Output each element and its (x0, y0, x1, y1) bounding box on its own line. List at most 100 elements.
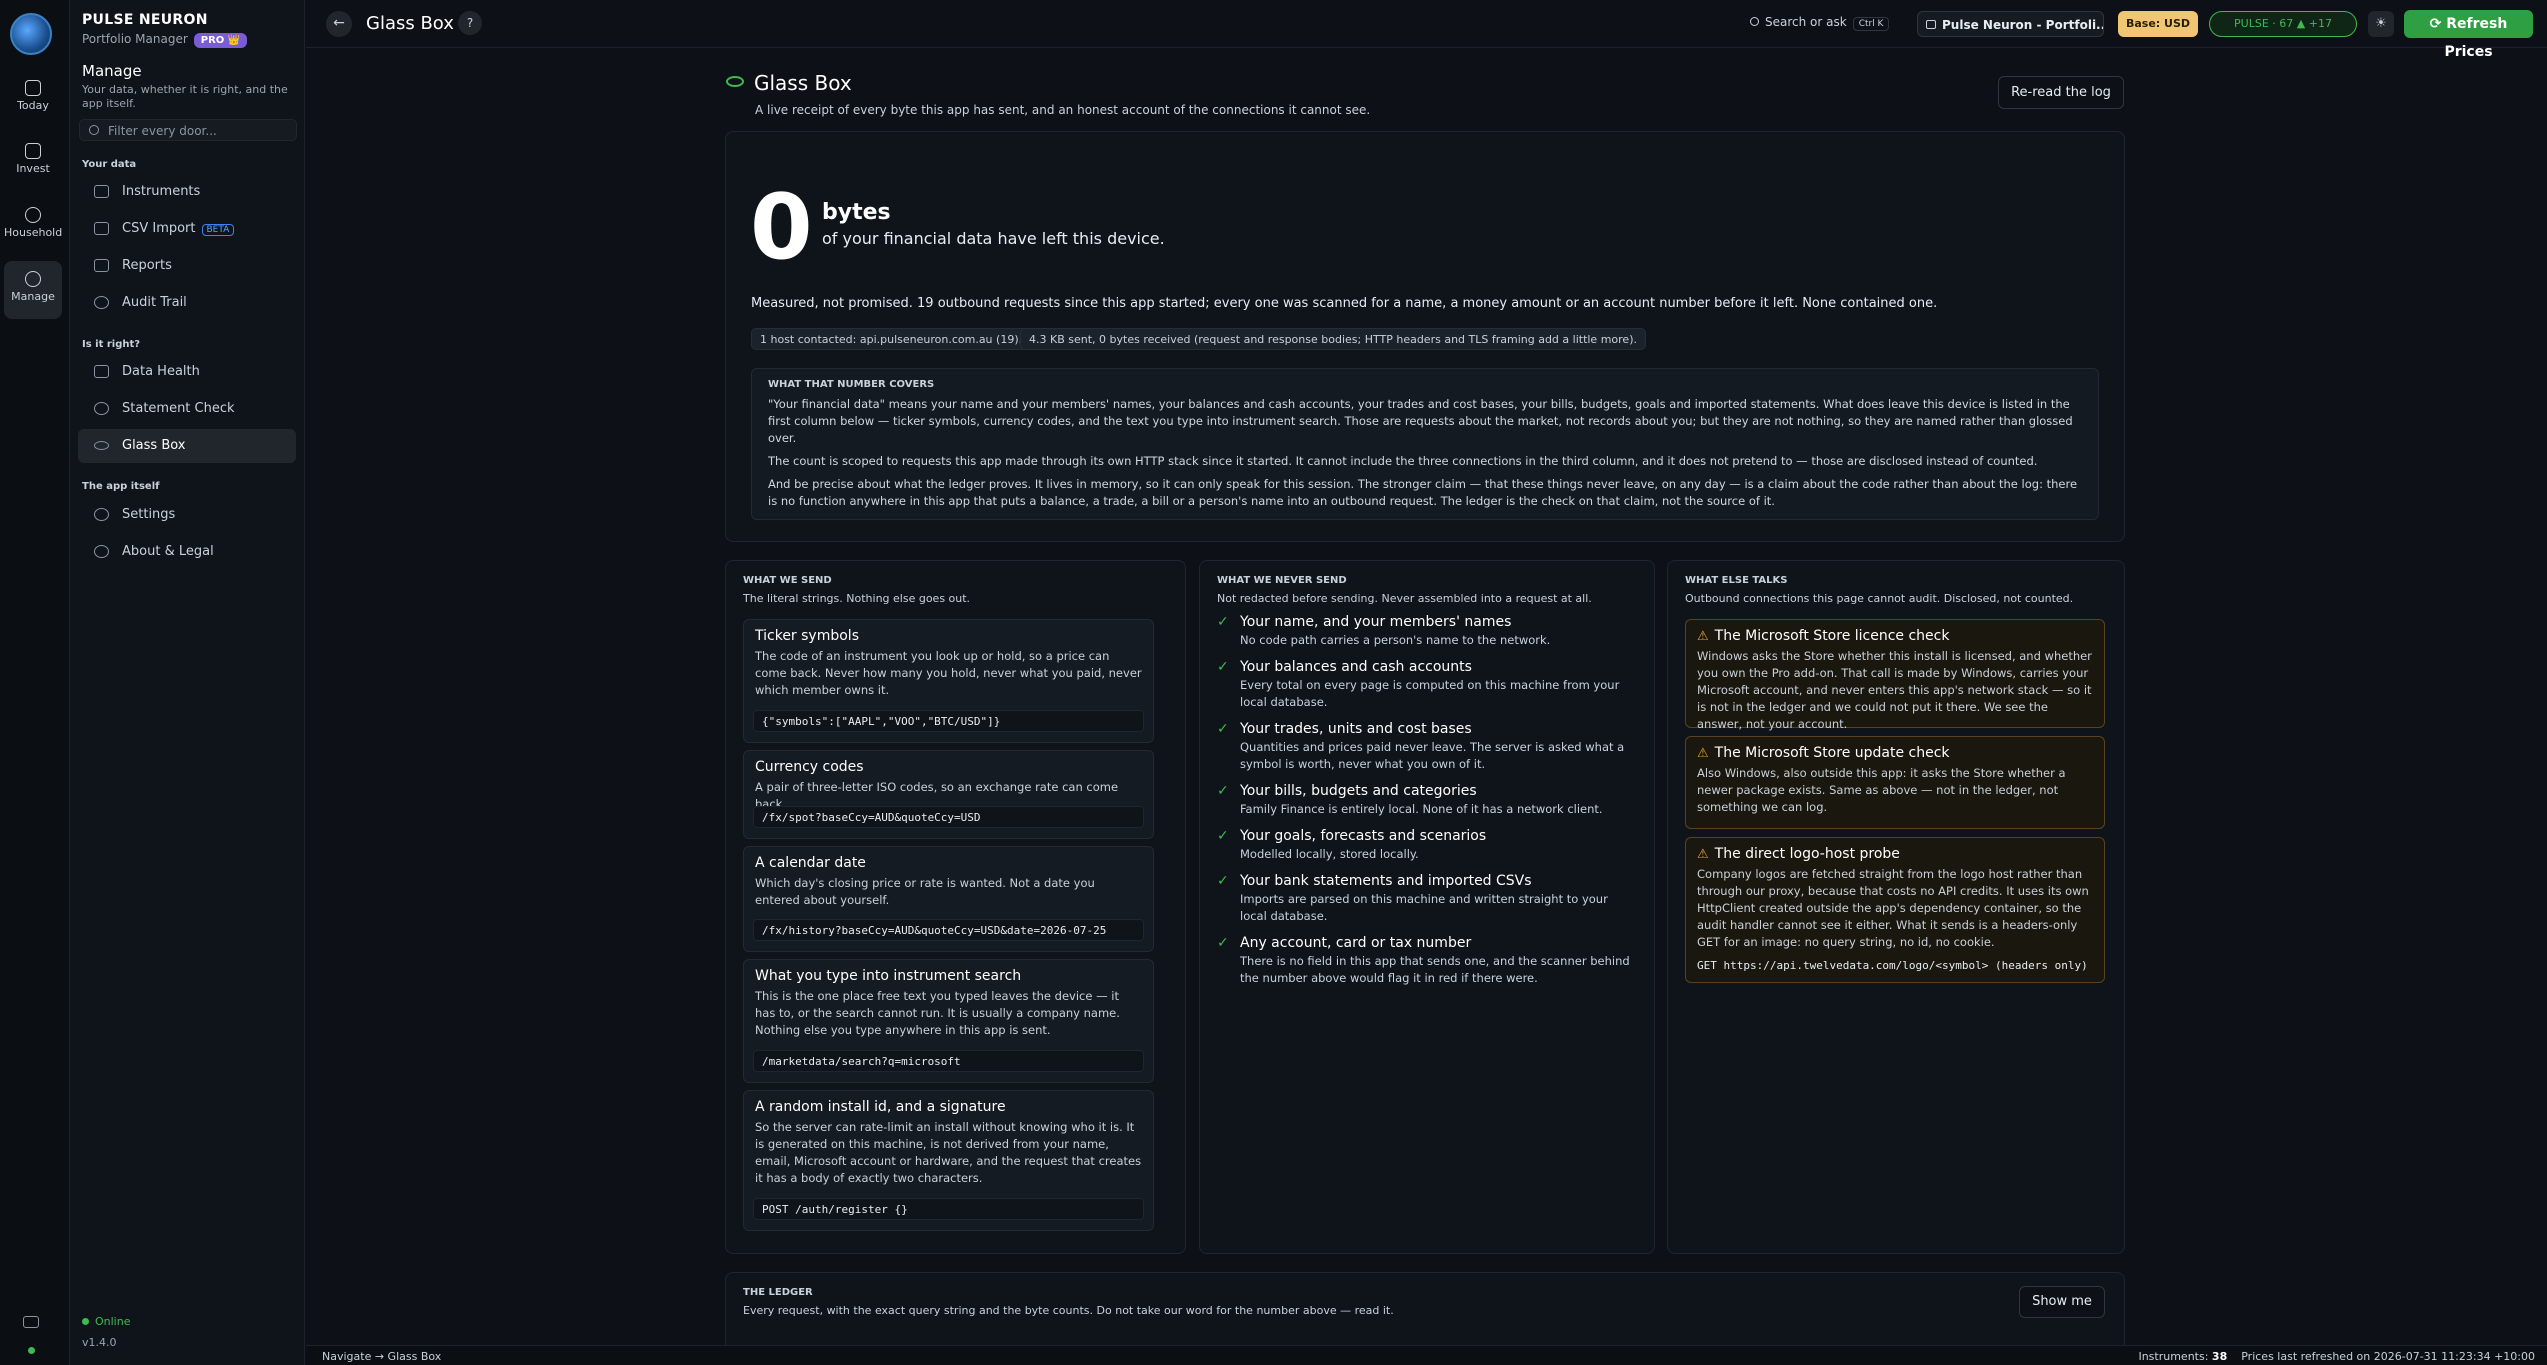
search-icon (89, 125, 99, 135)
sidebar-item-instruments[interactable]: Instruments (78, 175, 296, 209)
refresh-prices-button[interactable]: ⟳ Refresh Prices (2404, 10, 2533, 60)
back-button[interactable]: ← (326, 11, 352, 37)
check-icon: ✓ (1217, 783, 1229, 799)
send-item-desc: This is the one place free text you type… (755, 989, 1120, 1037)
document-icon (94, 259, 109, 272)
rail-item-today[interactable]: Today (4, 70, 62, 128)
never-item-title: Your name, and your members' names (1240, 614, 1512, 630)
check-icon: ✓ (1217, 935, 1229, 951)
panel-title: THE LEDGER (743, 1287, 813, 1298)
send-item: Currency codes A pair of three-letter ISO… (743, 750, 1154, 839)
sidebar-item-about[interactable]: About & Legal (78, 535, 296, 569)
sidebar-item-data-health[interactable]: Data Health (78, 355, 296, 389)
instruments-label: Instruments: (2138, 1350, 2209, 1363)
nav-label: CSV Import (122, 221, 196, 236)
send-item-code: /fx/spot?baseCcy=AUD&quoteCcy=USD (753, 806, 1144, 828)
status-bar: Navigate → Glass Box Instruments: 38 Pric… (306, 1345, 2547, 1365)
ledger-panel: THE LEDGER Every request, with the exact… (725, 1272, 2125, 1345)
panel-subtitle: Not redacted before sending. Never assem… (1217, 592, 1592, 605)
prices-refreshed: Prices last refreshed on 2026-07-31 11:2… (2241, 1350, 2535, 1363)
folder-icon (94, 185, 109, 198)
search-label: Search or ask (1765, 15, 1847, 29)
never-item: ✓ Your balances and cash accounts Every to… (1217, 659, 1637, 711)
warning-icon: ⚠ (1697, 746, 1709, 761)
sidebar-item-settings[interactable]: Settings (78, 498, 296, 532)
topbar-title: Glass Box (366, 13, 454, 34)
send-item: A random install id, and a signature So t… (743, 1090, 1154, 1231)
never-item-title: Your trades, units and cost bases (1240, 721, 1472, 737)
sidebar-item-reports[interactable]: Reports (78, 249, 296, 283)
send-item-title: A random install id, and a signature (755, 1099, 1006, 1115)
heart-icon (94, 365, 109, 378)
refresh-icon: ⟳ (2429, 16, 2447, 32)
history-icon (94, 296, 109, 309)
beta-badge: BETA (201, 224, 235, 236)
page-subtitle: A live receipt of every byte this app ha… (755, 103, 1371, 117)
brand: PULSE NEURON Portfolio Manager PRO 👑 (82, 12, 248, 48)
never-item: ✓ Your name, and your members' names No co… (1217, 614, 1637, 649)
panel-title: WHAT ELSE TALKS (1685, 575, 1788, 586)
never-item-desc: Every total on every page is computed on… (1240, 678, 1620, 709)
sidebar-item-audit-trail[interactable]: Audit Trail (78, 286, 296, 320)
send-item: What you type into instrument search This… (743, 959, 1154, 1083)
never-item-desc: Family Finance is entirely local. None o… (1240, 802, 1603, 816)
bytes-summary-card: 0 bytes of your financial data have left… (725, 131, 2125, 542)
talks-item-desc: Windows asks the Store whether this inst… (1697, 649, 2092, 731)
main-content: Glass Box A live receipt of every byte t… (306, 49, 2547, 1345)
section-title: Your data (82, 159, 137, 170)
gear-icon (94, 508, 109, 521)
eye-icon (726, 76, 744, 87)
rail-item-manage[interactable]: Manage (4, 261, 62, 319)
download-icon (94, 222, 109, 235)
reread-log-button[interactable]: Re-read the log (1998, 76, 2124, 109)
theme-toggle[interactable]: ☀ (2368, 11, 2394, 37)
nav-label: Instruments (122, 184, 201, 199)
rail-label: Invest (16, 162, 50, 175)
send-item-title: A calendar date (755, 855, 866, 871)
never-item-title: Any account, card or tax number (1240, 935, 1472, 951)
nav-label: Audit Trail (122, 295, 187, 310)
rail-item-household[interactable]: Household (4, 197, 62, 255)
talks-item-code: GET https://api.twelvedata.com/logo/<sym… (1697, 959, 2088, 972)
talks-item-desc: Company logos are fetched straight from … (1697, 867, 2089, 949)
briefcase-icon (1926, 20, 1936, 29)
arrow-left-icon: ← (333, 15, 345, 31)
filter-input[interactable]: Filter every door... (79, 119, 297, 141)
never-item-title: Your bills, budgets and categories (1240, 783, 1477, 799)
sidebar-item-glass-box[interactable]: Glass Box (78, 429, 296, 463)
rail-label: Today (17, 99, 49, 112)
pulse-score-badge[interactable]: PULSE · 67 ▲ +17 (2209, 11, 2357, 37)
sidebar: PULSE NEURON Portfolio Manager PRO 👑 Mana… (70, 0, 305, 1365)
sidebar-item-statement-check[interactable]: Statement Check (78, 392, 296, 426)
talks-item: ⚠ The Microsoft Store licence check Window… (1685, 619, 2105, 731)
talks-item: ⚠ The direct logo-host probe Company logos… (1685, 837, 2105, 983)
help-button[interactable]: ? (458, 11, 482, 35)
send-item-desc: So the server can rate-limit an install … (755, 1120, 1142, 1185)
search-shortcut: Ctrl K (1852, 17, 1890, 31)
send-item-code: {"symbols":["AAPL","VOO","BTC/USD"]} (753, 710, 1144, 732)
check-icon: ✓ (1217, 659, 1229, 675)
covers-paragraph: And be precise about what the ledger pro… (768, 477, 2078, 508)
rail-item-invest[interactable]: Invest (4, 133, 62, 191)
section-title: The app itself (82, 481, 160, 492)
bytes-sent-pill: 4.3 KB sent, 0 bytes received (request a… (1020, 328, 1646, 350)
calendar-icon (25, 80, 41, 96)
check-icon: ✓ (1217, 614, 1229, 630)
portfolio-selector[interactable]: Pulse Neuron - Portfoli... (1917, 11, 2104, 37)
warning-icon: ⚠ (1697, 847, 1709, 862)
panel-toggle-icon[interactable] (23, 1316, 39, 1328)
covers-paragraph: "Your financial data" means your name an… (768, 397, 2073, 445)
check-circle-icon (94, 402, 109, 415)
never-item: ✓ Your trades, units and cost bases Quanti… (1217, 721, 1637, 773)
filter-placeholder: Filter every door... (108, 124, 217, 138)
covers-title: WHAT THAT NUMBER COVERS (768, 379, 935, 390)
sidebar-item-csv-import[interactable]: CSV Import BETA (78, 212, 296, 246)
show-ledger-button[interactable]: Show me (2019, 1286, 2105, 1318)
search-icon (1750, 17, 1759, 26)
app-rail: Today Invest Household Manage (0, 0, 70, 1365)
search-button[interactable]: Search or ask Ctrl K (1750, 15, 1890, 31)
talks-item-desc: Also Windows, also outside this app: it … (1697, 766, 2066, 814)
covers-paragraph: The count is scoped to requests this app… (768, 454, 2038, 468)
gear-icon (25, 271, 41, 287)
base-currency-badge[interactable]: Base: USD (2118, 11, 2198, 37)
